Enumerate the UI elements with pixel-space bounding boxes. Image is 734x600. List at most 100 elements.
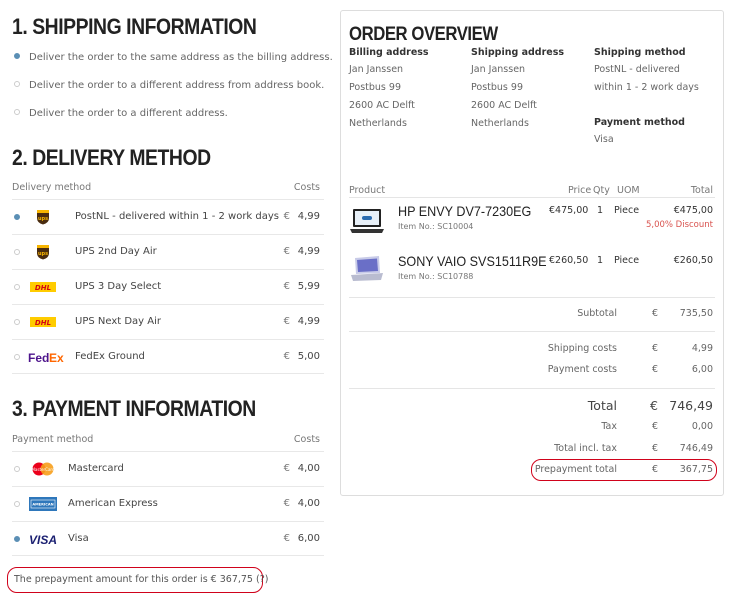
delivery-method-label: UPS Next Day Air	[75, 316, 162, 327]
delivery-row-ups-3-day[interactable]: DHL UPS 3 Day Select € 5,99	[12, 269, 324, 304]
svg-text:DHL: DHL	[35, 284, 51, 292]
total-label: Total	[587, 398, 617, 413]
currency-symbol: €	[651, 343, 658, 354]
dhl-logo-icon: DHL	[30, 282, 56, 292]
radio-icon[interactable]	[14, 109, 20, 115]
radio-icon[interactable]	[14, 284, 20, 290]
delivery-row-ups-2nd-day[interactable]: ups UPS 2nd Day Air € 4,99	[12, 234, 324, 269]
product-name[interactable]: HP ENVY DV7-7230EG	[398, 203, 531, 219]
prepayment-total-value: 367,75	[679, 464, 713, 475]
shipping-line: Netherlands	[471, 118, 529, 129]
radio-icon[interactable]	[14, 501, 20, 507]
payment-method-label: Mastercard	[68, 463, 124, 474]
delivery-cost: 5,99	[297, 281, 320, 292]
delivery-row-postnl[interactable]: ups PostNL - delivered within 1 - 2 work…	[12, 199, 324, 234]
total-incl-tax-value: 746,49	[679, 443, 713, 454]
price-column-header: Price	[568, 185, 592, 196]
payment-row-amex[interactable]: AMERICAN American Express € 4,00	[12, 486, 324, 521]
shipping-option-label: Deliver the order to a different address…	[29, 80, 325, 91]
delivery-method-label: FedEx Ground	[75, 351, 145, 362]
product-qty: 1	[597, 205, 604, 216]
billing-line: 2600 AC Delft	[349, 100, 415, 111]
mastercard-logo-icon: MasterCard	[31, 462, 55, 476]
currency-symbol: €	[283, 316, 290, 327]
delivery-table-header: Delivery method Costs	[12, 182, 324, 193]
payment-row-mastercard[interactable]: MasterCard Mastercard € 4,00	[12, 451, 324, 486]
product-row: SONY VAIO SVS1511R9E Item No.: SC10788 €…	[349, 253, 715, 297]
svg-text:Fed: Fed	[28, 351, 49, 365]
product-row: HP ENVY DV7-7230EG Item No.: SC10004 €47…	[349, 203, 715, 247]
radio-selected-icon[interactable]	[14, 536, 20, 542]
shipping-line: 2600 AC Delft	[471, 100, 537, 111]
order-overview-panel: ORDER OVERVIEW Billing address Jan Janss…	[340, 10, 724, 496]
payment-method-value: Visa	[594, 134, 614, 145]
subtotal-value: 735,50	[679, 308, 713, 319]
divider	[349, 297, 715, 298]
product-item-number: Item No.: SC10004	[398, 222, 474, 231]
shipping-option-label: Deliver the order to a different address…	[29, 108, 228, 119]
divider	[349, 197, 715, 198]
divider	[349, 388, 715, 389]
total-value: 746,49	[669, 398, 713, 413]
shipping-address: Jan Janssen Postbus 99 2600 AC Delft Net…	[471, 61, 537, 133]
payment-row-visa[interactable]: VISA Visa € 6,00	[12, 521, 324, 556]
currency-symbol: €	[650, 398, 658, 413]
qty-column-header: Qty	[593, 185, 610, 196]
shipping-section-title: 1. SHIPPING INFORMATION	[12, 14, 257, 39]
product-price: €260,50	[549, 255, 589, 266]
radio-icon[interactable]	[14, 249, 20, 255]
shipping-costs-label: Shipping costs	[547, 343, 617, 354]
uom-column-header: UOM	[617, 185, 640, 196]
currency-symbol: €	[283, 281, 290, 292]
currency-symbol: €	[283, 498, 290, 509]
delivery-method-column-header: Delivery method	[12, 182, 92, 193]
payment-cost: 4,00	[297, 463, 320, 474]
radio-icon[interactable]	[14, 354, 20, 360]
currency-symbol: €	[651, 308, 658, 319]
shipping-option-same-address[interactable]: Deliver the order to the same address as…	[14, 52, 333, 63]
product-name[interactable]: SONY VAIO SVS1511R9E	[398, 253, 546, 269]
radio-icon[interactable]	[14, 81, 20, 87]
shipping-method-line: PostNL - delivered	[594, 64, 680, 75]
currency-symbol: €	[651, 464, 658, 475]
prepayment-note: The prepayment amount for this order is …	[14, 574, 269, 585]
ups-logo-icon: ups	[37, 210, 49, 225]
radio-selected-icon[interactable]	[14, 214, 20, 220]
delivery-method-label: PostNL - delivered within 1 - 2 work day…	[75, 211, 279, 222]
billing-line: Postbus 99	[349, 82, 401, 93]
svg-text:MasterCard: MasterCard	[31, 467, 54, 472]
currency-symbol: €	[283, 211, 290, 222]
delivery-row-ups-next-day[interactable]: DHL UPS Next Day Air € 4,99	[12, 304, 324, 339]
tax-label: Tax	[601, 421, 617, 432]
shipping-option-different-address[interactable]: Deliver the order to a different address…	[14, 108, 228, 119]
radio-selected-icon[interactable]	[14, 53, 20, 59]
visa-logo-icon: VISA	[29, 533, 57, 547]
delivery-cost: 4,99	[297, 316, 320, 327]
svg-text:ups: ups	[38, 216, 48, 222]
delivery-method-label: UPS 2nd Day Air	[75, 246, 157, 257]
payment-section-title: 3. PAYMENT INFORMATION	[12, 396, 256, 421]
total-column-header: Total	[690, 185, 713, 196]
payment-costs-column-header: Costs	[293, 434, 320, 445]
billing-line: Netherlands	[349, 118, 407, 129]
shipping-method-value: PostNL - delivered within 1 - 2 work day…	[594, 61, 699, 97]
laptop-image	[351, 256, 383, 281]
total-incl-tax-label: Total incl. tax	[554, 443, 617, 454]
currency-symbol: €	[651, 364, 658, 375]
divider	[349, 331, 715, 332]
payment-method-label: Visa	[68, 533, 89, 544]
radio-icon[interactable]	[14, 319, 20, 325]
ups-logo-icon: ups	[37, 245, 49, 260]
delivery-row-fedex[interactable]: Fed Ex FedEx Ground € 5,00	[12, 339, 324, 374]
shipping-method-line: within 1 - 2 work days	[594, 82, 699, 93]
product-item-number: Item No.: SC10788	[398, 272, 474, 281]
radio-icon[interactable]	[14, 466, 20, 472]
product-uom: Piece	[614, 255, 640, 266]
delivery-method-label: UPS 3 Day Select	[75, 281, 162, 292]
currency-symbol: €	[283, 351, 290, 362]
product-total: €475,00	[673, 205, 713, 216]
currency-symbol: €	[283, 246, 290, 257]
svg-text:Ex: Ex	[49, 351, 64, 365]
shipping-option-address-book[interactable]: Deliver the order to a different address…	[14, 80, 324, 91]
order-overview-title: ORDER OVERVIEW	[349, 24, 498, 45]
